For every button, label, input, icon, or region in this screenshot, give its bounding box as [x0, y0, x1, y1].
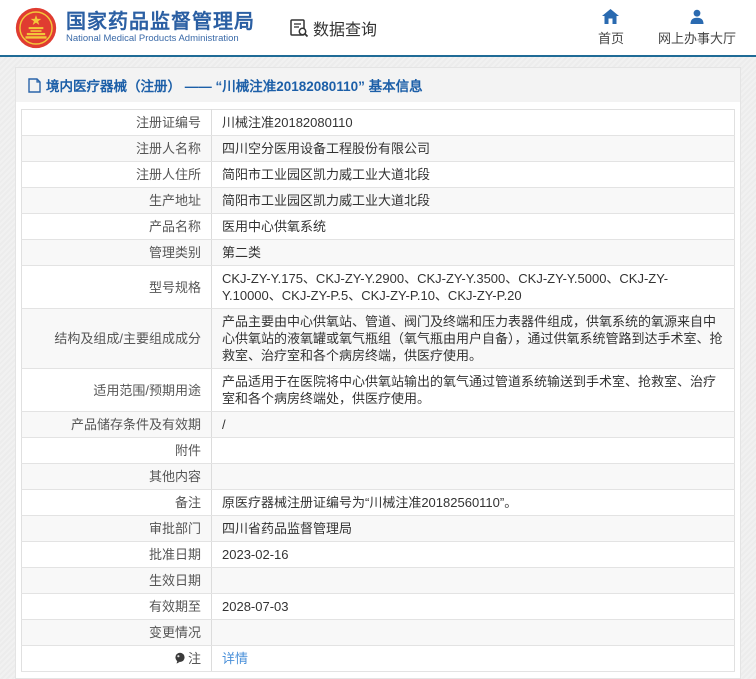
row-value: 医用中心供氧系统 — [222, 219, 327, 234]
row-value: CKJ-ZY-Y.175、CKJ-ZY-Y.2900、CKJ-ZY-Y.3500… — [222, 271, 669, 303]
data-query-tab[interactable]: 数据查询 — [289, 16, 377, 40]
nav-service-hall[interactable]: 网上办事大厅 — [658, 9, 736, 47]
table-row: 有效期至 2028-07-03 — [21, 593, 735, 620]
table-row: 管理类别 第二类 — [21, 239, 735, 266]
row-value — [222, 469, 226, 484]
document-icon — [28, 77, 41, 93]
table-row: 生产地址 简阳市工业园区凯力威工业大道北段 — [21, 187, 735, 214]
row-label: 型号规格 — [148, 279, 201, 295]
row-label: 其他内容 — [148, 469, 201, 484]
row-value: 四川省药品监督管理局 — [222, 521, 353, 536]
registration-detail-table: 注册证编号 川械注准20182080110 注册人名称 四川空分医用设备工程股份… — [21, 109, 735, 672]
row-value: 四川空分医用设备工程股份有限公司 — [222, 141, 431, 156]
home-icon — [602, 8, 620, 24]
data-query-icon — [290, 18, 309, 37]
row-label: 注 — [187, 651, 201, 666]
table-row: 附件 — [21, 437, 735, 464]
table-row: 注册证编号 川械注准20182080110 — [21, 109, 735, 136]
row-label: 批准日期 — [148, 547, 201, 562]
breadcrumb-text: 境内医疗器械（注册） —— “川械注准20182080110” 基本信息 — [46, 79, 423, 94]
table-row: 注册人名称 四川空分医用设备工程股份有限公司 — [21, 135, 735, 162]
row-label: 附件 — [174, 443, 201, 458]
row-value: 第二类 — [222, 245, 262, 260]
agency-title-block: 国家药品监督管理局 National Medical Products Admi… — [66, 11, 255, 45]
detail-table-body: 注册证编号 川械注准20182080110 注册人名称 四川空分医用设备工程股份… — [21, 109, 735, 672]
row-label: 生效日期 — [148, 573, 201, 588]
row-value: 产品主要由中心供氧站、管道、阀门及终端和压力表器件组成，供氧系统的氧源来自中心供… — [222, 314, 723, 363]
note-icon — [175, 652, 185, 664]
row-label: 注册人住所 — [135, 167, 201, 182]
row-label: 注册人名称 — [135, 141, 201, 156]
row-label: 变更情况 — [148, 625, 201, 640]
top-header: 国家药品监督管理局 National Medical Products Admi… — [0, 0, 756, 57]
row-label: 有效期至 — [148, 599, 201, 614]
table-row: 生效日期 — [21, 567, 735, 594]
table-row: 适用范围/预期用途 产品适用于在医院将中心供氧站输出的氧气通过管道系统输送到手术… — [21, 368, 735, 412]
table-row: 注册人住所 简阳市工业园区凯力威工业大道北段 — [21, 161, 735, 188]
row-value: 2028-07-03 — [222, 599, 289, 614]
row-value — [222, 443, 226, 458]
table-row: 批准日期 2023-02-16 — [21, 541, 735, 568]
table-row: 其他内容 — [21, 463, 735, 490]
row-label: 结构及组成/主要组成成分 — [54, 331, 201, 346]
row-value: 原医疗器械注册证编号为“川械注准20182560110”。 — [222, 495, 518, 510]
table-row: 审批部门 四川省药品监督管理局 — [21, 515, 735, 542]
row-value — [222, 573, 226, 588]
row-value-link[interactable]: 详情 — [222, 651, 248, 666]
row-value: 2023-02-16 — [222, 547, 289, 562]
table-row: 型号规格 CKJ-ZY-Y.175、CKJ-ZY-Y.2900、CKJ-ZY-Y… — [21, 265, 735, 309]
row-label: 注册证编号 — [135, 115, 201, 130]
row-label: 产品储存条件及有效期 — [70, 417, 201, 432]
table-row: 产品名称 医用中心供氧系统 — [21, 213, 735, 240]
national-emblem-logo — [15, 7, 57, 48]
nav-home[interactable]: 首页 — [597, 8, 624, 47]
data-query-label: 数据查询 — [313, 21, 378, 39]
row-label: 适用范围/预期用途 — [93, 382, 201, 398]
row-value: 产品适用于在医院将中心供氧站输出的氧气通过管道系统输送到手术室、抢救室、治疗室和… — [222, 374, 717, 406]
row-label: 产品名称 — [148, 219, 201, 234]
table-row: 备注 原医疗器械注册证编号为“川械注准20182560110”。 — [21, 489, 735, 516]
row-label: 生产地址 — [148, 193, 201, 208]
breadcrumb: 境内医疗器械（注册） —— “川械注准20182080110” 基本信息 — [16, 68, 740, 102]
row-value: 川械注准20182080110 — [222, 115, 353, 130]
person-icon — [690, 9, 704, 24]
row-value: / — [222, 417, 226, 432]
header-nav: 首页 网上办事大厅 — [597, 8, 742, 47]
table-row: 注 详情 — [21, 645, 735, 672]
agency-name-en: National Medical Products Administration — [66, 32, 239, 44]
nav-home-label: 首页 — [597, 30, 624, 46]
row-value — [222, 625, 226, 640]
table-row: 结构及组成/主要组成成分 产品主要由中心供氧站、管道、阀门及终端和压力表器件组成… — [21, 308, 735, 369]
nav-service-hall-label: 网上办事大厅 — [657, 30, 736, 46]
table-row: 产品储存条件及有效期 / — [21, 411, 735, 438]
table-row: 变更情况 — [21, 619, 735, 646]
row-label: 备注 — [174, 495, 201, 510]
row-value: 简阳市工业园区凯力威工业大道北段 — [222, 167, 431, 182]
row-value: 简阳市工业园区凯力威工业大道北段 — [222, 193, 431, 208]
row-label: 管理类别 — [148, 245, 201, 260]
agency-name-cn: 国家药品监督管理局 — [66, 10, 255, 33]
row-label: 审批部门 — [148, 521, 201, 536]
content-panel: 境内医疗器械（注册） —— “川械注准20182080110” 基本信息 注册证… — [15, 67, 741, 679]
